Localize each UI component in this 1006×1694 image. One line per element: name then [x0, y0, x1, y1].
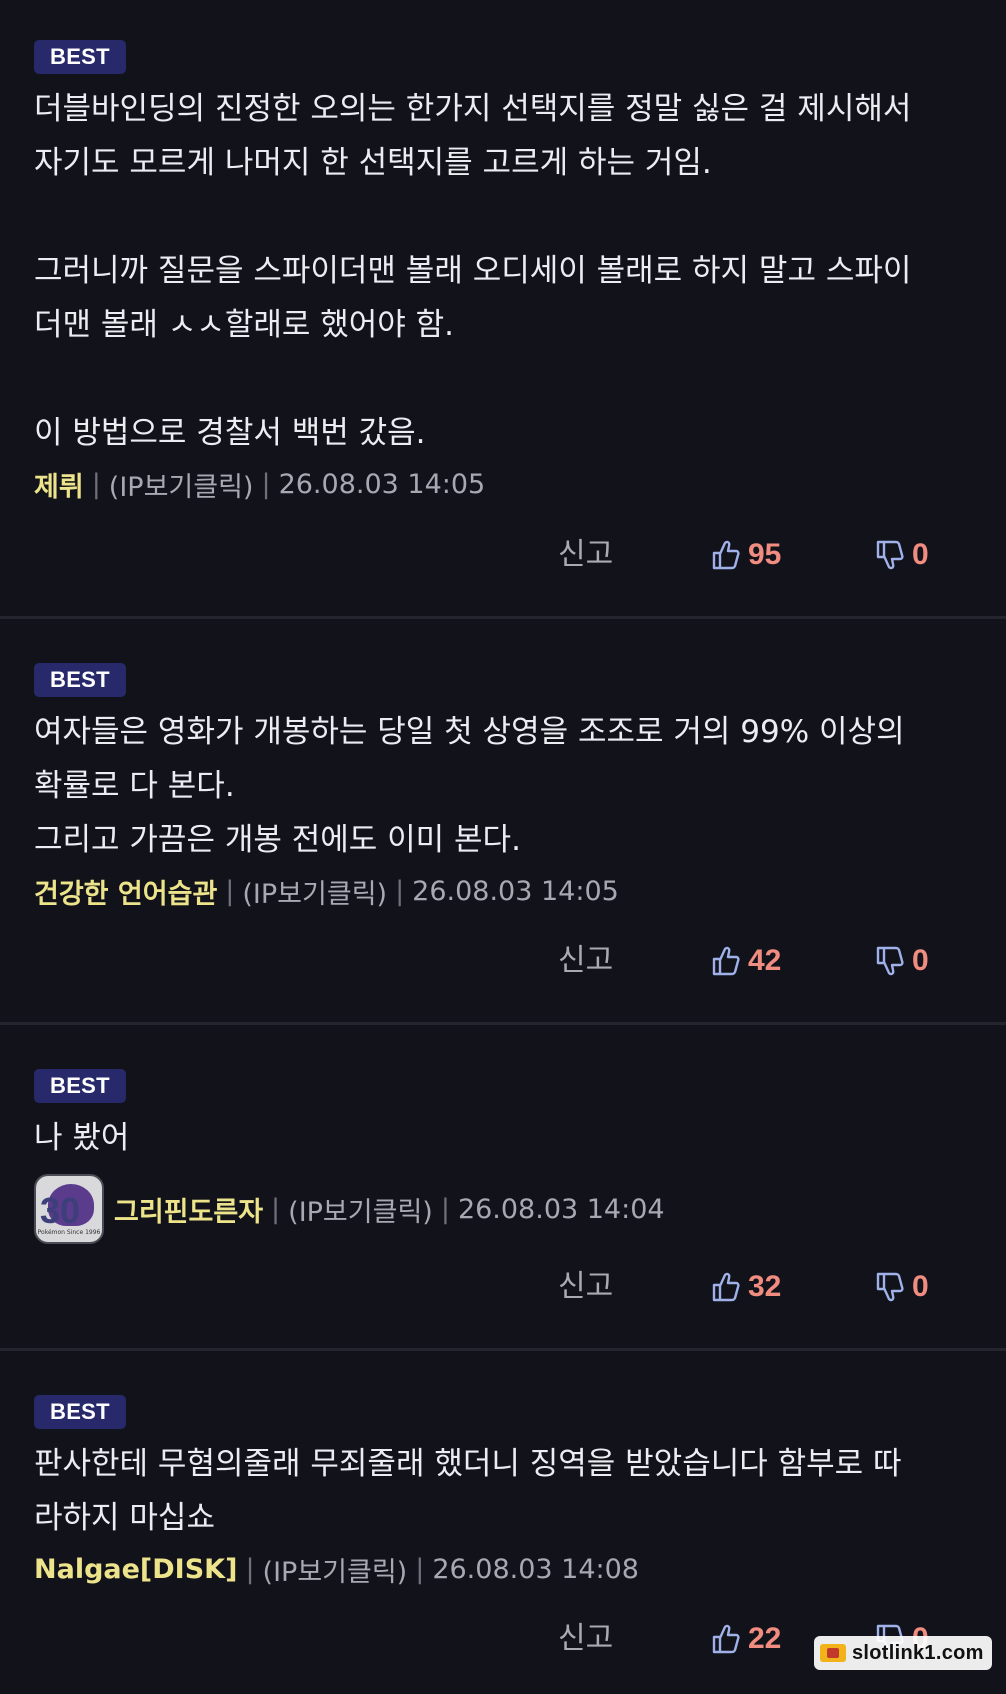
ip-view-link[interactable]: (IP보기클릭): [288, 1190, 433, 1229]
comment-timestamp: 26.08.03 14:08: [432, 1553, 639, 1585]
report-button[interactable]: 신고: [558, 1265, 613, 1309]
comment-divider: [0, 1348, 1006, 1351]
like-count: 95: [748, 538, 782, 571]
avatar-number: 30: [40, 1190, 81, 1231]
meta-separator: |: [225, 875, 235, 907]
meta-separator: |: [415, 1553, 425, 1585]
thumbs-up-icon: [712, 540, 740, 570]
comment-actions: 신고 32 0: [0, 1265, 1006, 1309]
comment-item: BEST 더블바인딩의 진정한 오의는 한가지 선택지를 정말 싫은 걸 제시해…: [0, 40, 1006, 506]
ip-view-link[interactable]: (IP보기클릭): [263, 1550, 408, 1589]
comment-text: 판사한테 무혐의줄래 무죄줄래 했더니 징역을 받았습니다 함부로 따 라하지 …: [34, 1446, 902, 1536]
comment-timestamp: 26.08.03 14:04: [457, 1193, 665, 1225]
meta-separator: |: [395, 875, 405, 907]
avatar-caption: Pokémon Since 1996: [37, 1229, 101, 1236]
like-button[interactable]: 42: [712, 939, 781, 983]
dislike-button[interactable]: 0: [876, 533, 929, 577]
meta-separator: |: [261, 468, 271, 500]
dislike-count: 0: [912, 538, 929, 571]
dislike-count: 0: [912, 944, 929, 977]
best-badge: BEST: [34, 663, 126, 697]
watermark: slotlink1.com: [814, 1636, 992, 1670]
comment-item: BEST 나 봤어 30 Pokémon Since 1996 그리핀도른자 |…: [0, 1069, 1006, 1245]
watermark-logo-icon: [820, 1644, 846, 1662]
comment-meta: 건강한 언어습관 | (IP보기클릭) | 26.08.03 14:05: [34, 869, 972, 913]
thumbs-down-icon: [876, 946, 904, 976]
comment-item: BEST 여자들은 영화가 개봉하는 당일 첫 상영을 조조로 거의 99% 이…: [0, 663, 1006, 913]
author-name[interactable]: Nalgae[DISK]: [34, 1554, 237, 1585]
report-button[interactable]: 신고: [558, 533, 613, 577]
like-count: 32: [748, 1270, 782, 1303]
comment-timestamp: 26.08.03 14:05: [278, 468, 486, 500]
report-button[interactable]: 신고: [558, 1617, 613, 1661]
thumbs-up-icon: [712, 1624, 740, 1654]
best-badge: BEST: [34, 1395, 126, 1429]
comment-divider: [0, 1022, 1006, 1025]
comment-actions: 신고 95 0: [0, 533, 1006, 577]
like-count: 22: [748, 1622, 782, 1655]
meta-separator: |: [245, 1553, 255, 1585]
comment-text: 더블바인딩의 진정한 오의는 한가지 선택지를 정말 싫은 걸 제시해서 자기도…: [34, 91, 912, 451]
dislike-count: 0: [912, 1270, 929, 1303]
thumbs-down-icon: [876, 1272, 904, 1302]
comment-text: 여자들은 영화가 개봉하는 당일 첫 상영을 조조로 거의 99% 이상의 확률…: [34, 714, 905, 858]
comment-meta: 제뤼 | (IP보기클릭) | 26.08.03 14:05: [34, 462, 972, 506]
like-button[interactable]: 32: [712, 1265, 781, 1309]
author-name[interactable]: 그리핀도른자: [114, 1190, 263, 1229]
meta-separator: |: [91, 468, 101, 500]
comment-timestamp: 26.08.03 14:05: [412, 875, 619, 907]
ip-view-link[interactable]: (IP보기클릭): [109, 465, 254, 504]
like-count: 42: [748, 944, 782, 977]
thumbs-up-icon: [712, 946, 740, 976]
comment-divider: [0, 616, 1006, 619]
comment-text: 나 봤어: [34, 1120, 130, 1156]
comment-item: BEST 판사한테 무혐의줄래 무죄줄래 했더니 징역을 받았습니다 함부로 따…: [0, 1395, 1006, 1591]
avatar[interactable]: 30 Pokémon Since 1996: [34, 1174, 104, 1244]
author-name[interactable]: 건강한 언어습관: [34, 872, 217, 911]
dislike-button[interactable]: 0: [876, 1265, 929, 1309]
comment-meta: Nalgae[DISK] | (IP보기클릭) | 26.08.03 14:08: [34, 1547, 972, 1591]
best-badge: BEST: [34, 1069, 126, 1103]
report-button[interactable]: 신고: [558, 939, 613, 983]
thumbs-down-icon: [876, 540, 904, 570]
meta-separator: |: [440, 1193, 450, 1225]
best-badge: BEST: [34, 40, 126, 74]
ip-view-link[interactable]: (IP보기클릭): [242, 872, 387, 911]
like-button[interactable]: 22: [712, 1617, 781, 1661]
dislike-button[interactable]: 0: [876, 939, 929, 983]
comment-actions: 신고 42 0: [0, 939, 1006, 983]
watermark-text: slotlink1.com: [852, 1641, 984, 1664]
comment-meta: 30 Pokémon Since 1996 그리핀도른자 | (IP보기클릭) …: [34, 1173, 972, 1245]
like-button[interactable]: 95: [712, 533, 781, 577]
thumbs-up-icon: [712, 1272, 740, 1302]
author-name[interactable]: 제뤼: [34, 465, 84, 504]
meta-separator: |: [271, 1193, 281, 1225]
